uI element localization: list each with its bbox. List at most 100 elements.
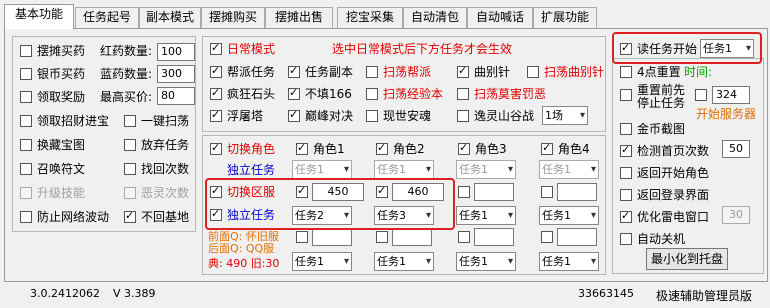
row5-cb1[interactable] bbox=[296, 231, 308, 243]
back-login-checkbox[interactable] bbox=[620, 189, 632, 201]
red-qty-input[interactable]: 100 bbox=[157, 43, 195, 61]
tab-dungeon[interactable]: 副本模式 bbox=[139, 7, 201, 28]
role3-task-select[interactable]: 任务1 bbox=[456, 160, 516, 179]
tab-dig[interactable]: 挖宝采集 bbox=[337, 7, 403, 28]
pagoda-checkbox[interactable] bbox=[210, 108, 222, 122]
crazy-stone-checkbox[interactable] bbox=[210, 86, 222, 100]
role4-task-select[interactable]: 任务1 bbox=[539, 160, 599, 179]
row5-input3[interactable] bbox=[474, 228, 514, 246]
optimize-thunder-input[interactable]: 30 bbox=[722, 206, 750, 224]
reset-val-checkbox[interactable] bbox=[695, 89, 707, 101]
summon-beast-label: 召唤符文 bbox=[37, 162, 86, 176]
check-home-label: 检测首页次数 bbox=[637, 144, 710, 158]
upgrade-skill-checkbox[interactable] bbox=[20, 187, 32, 199]
sweep-exp-checkbox[interactable] bbox=[366, 88, 378, 100]
one-click-sweep-checkbox[interactable] bbox=[124, 115, 136, 127]
evil-times-checkbox[interactable] bbox=[124, 187, 136, 199]
paperclip-checkbox[interactable] bbox=[457, 64, 469, 78]
row5-cb4[interactable] bbox=[541, 231, 553, 243]
tab-clean-bag[interactable]: 自动清包 bbox=[403, 7, 467, 28]
row5-input4[interactable] bbox=[557, 228, 597, 246]
valley-war-checkbox[interactable] bbox=[457, 110, 469, 122]
peak-duel-checkbox[interactable] bbox=[288, 108, 300, 122]
tab-task-start[interactable]: 任务起号 bbox=[75, 7, 139, 28]
sweep-punish-checkbox[interactable] bbox=[457, 88, 469, 100]
abandon-task-checkbox[interactable] bbox=[124, 139, 136, 151]
optimize-thunder-checkbox[interactable] bbox=[620, 209, 632, 223]
server3-checkbox[interactable] bbox=[458, 186, 470, 198]
find-times-checkbox[interactable] bbox=[124, 163, 136, 175]
row6-select3[interactable]: 任务1 bbox=[456, 252, 516, 271]
role2-checkbox[interactable] bbox=[376, 141, 388, 155]
tab-extend[interactable]: 扩展功能 bbox=[533, 7, 597, 28]
role1-task-select[interactable]: 任务1 bbox=[292, 160, 352, 179]
task-dungeon-checkbox[interactable] bbox=[288, 64, 300, 78]
switch-role-checkbox[interactable] bbox=[210, 141, 222, 155]
tab-stall-buy[interactable]: 摆摊购买 bbox=[201, 7, 265, 28]
tab-shout[interactable]: 自动喊话 bbox=[467, 7, 533, 28]
field-select[interactable]: 1场 bbox=[542, 106, 588, 125]
gold-shot-label: 金币截图 bbox=[637, 122, 686, 136]
max-price-input[interactable]: 80 bbox=[157, 87, 195, 105]
daily-hint: 选中日常模式后下方任务才会生效 bbox=[332, 42, 513, 56]
claim-reward-checkbox[interactable] bbox=[20, 91, 32, 103]
reset-4-checkbox[interactable] bbox=[620, 66, 632, 78]
gold-shot-checkbox[interactable] bbox=[620, 123, 632, 135]
server3-task-select[interactable]: 任务1 bbox=[456, 206, 516, 225]
no-return-checkbox[interactable] bbox=[124, 209, 136, 223]
claim-treasury-checkbox[interactable] bbox=[20, 115, 32, 127]
role3-checkbox[interactable] bbox=[458, 141, 470, 155]
task-dungeon-label: 任务副本 bbox=[305, 65, 354, 79]
daily-mode-label: 日常模式 bbox=[227, 42, 276, 56]
buy-hp-checkbox[interactable] bbox=[20, 45, 32, 57]
gang-task-label: 帮派任务 bbox=[227, 65, 276, 79]
role2-task-select[interactable]: 任务1 bbox=[374, 160, 434, 179]
auto-shutdown-label: 自动关机 bbox=[637, 232, 686, 246]
server3-input[interactable] bbox=[474, 183, 514, 201]
auto-shutdown-checkbox[interactable] bbox=[620, 233, 632, 245]
reset-val-input[interactable]: 324 bbox=[712, 86, 750, 104]
row5-input1[interactable] bbox=[312, 228, 352, 246]
tab-basic[interactable]: 基本功能 bbox=[4, 4, 74, 29]
crazy-stone-label: 疯狂石头 bbox=[227, 87, 276, 101]
row6-select2[interactable]: 任务1 bbox=[374, 252, 434, 271]
daily-mode-checkbox[interactable] bbox=[210, 41, 222, 55]
gang-task-checkbox[interactable] bbox=[210, 64, 222, 78]
role4-label: 角色4 bbox=[558, 142, 590, 156]
silver-hp-checkbox[interactable] bbox=[20, 68, 32, 80]
row6-select1[interactable]: 任务1 bbox=[292, 252, 352, 271]
no-fill-checkbox[interactable] bbox=[288, 86, 300, 100]
check-home-input[interactable]: 50 bbox=[722, 140, 750, 158]
server4-checkbox[interactable] bbox=[541, 186, 553, 198]
row5-cb2[interactable] bbox=[376, 231, 388, 243]
blue-qty-input[interactable]: 300 bbox=[157, 65, 195, 83]
server4-input[interactable] bbox=[557, 183, 597, 201]
check-home-checkbox[interactable] bbox=[620, 143, 632, 157]
row6-select4[interactable]: 任务1 bbox=[539, 252, 599, 271]
optimize-thunder-label: 优化雷电窗口 bbox=[637, 210, 710, 224]
back-start-role-checkbox[interactable] bbox=[620, 167, 632, 179]
exchange-treasure-checkbox[interactable] bbox=[20, 139, 32, 151]
reset-prev-label: 重置前先 bbox=[637, 83, 686, 97]
role4-checkbox[interactable] bbox=[541, 141, 553, 155]
minimize-tray-button[interactable]: 最小化到托盘 bbox=[646, 248, 728, 270]
reset-prev-checkbox[interactable] bbox=[620, 89, 632, 101]
no-fill-label: 不填166 bbox=[305, 87, 352, 101]
one-click-sweep-label: 一键扫荡 bbox=[141, 114, 190, 128]
role2-label: 角色2 bbox=[393, 142, 425, 156]
row5-input2[interactable] bbox=[392, 228, 432, 246]
role1-checkbox[interactable] bbox=[296, 141, 308, 155]
summon-beast-checkbox[interactable] bbox=[20, 163, 32, 175]
anti-lag-checkbox[interactable] bbox=[20, 211, 32, 223]
server4-task-select[interactable]: 任务1 bbox=[539, 206, 599, 225]
back-start-role-label: 返回开始角色 bbox=[637, 166, 710, 180]
sweep-paperclip-checkbox[interactable] bbox=[527, 66, 539, 78]
row5-cb3[interactable] bbox=[458, 231, 470, 243]
find-times-label: 找回次数 bbox=[141, 162, 190, 176]
soul-rest-checkbox[interactable] bbox=[366, 110, 378, 122]
tab-stall-sell[interactable]: 摆摊出售 bbox=[265, 7, 333, 28]
stop-task-label: 停止任务 bbox=[637, 96, 686, 110]
sweep-gang-checkbox[interactable] bbox=[366, 66, 378, 78]
version-text: 3.0.2412062 bbox=[30, 287, 100, 300]
back-q-hint: 后面Q: QQ服 bbox=[208, 242, 275, 255]
